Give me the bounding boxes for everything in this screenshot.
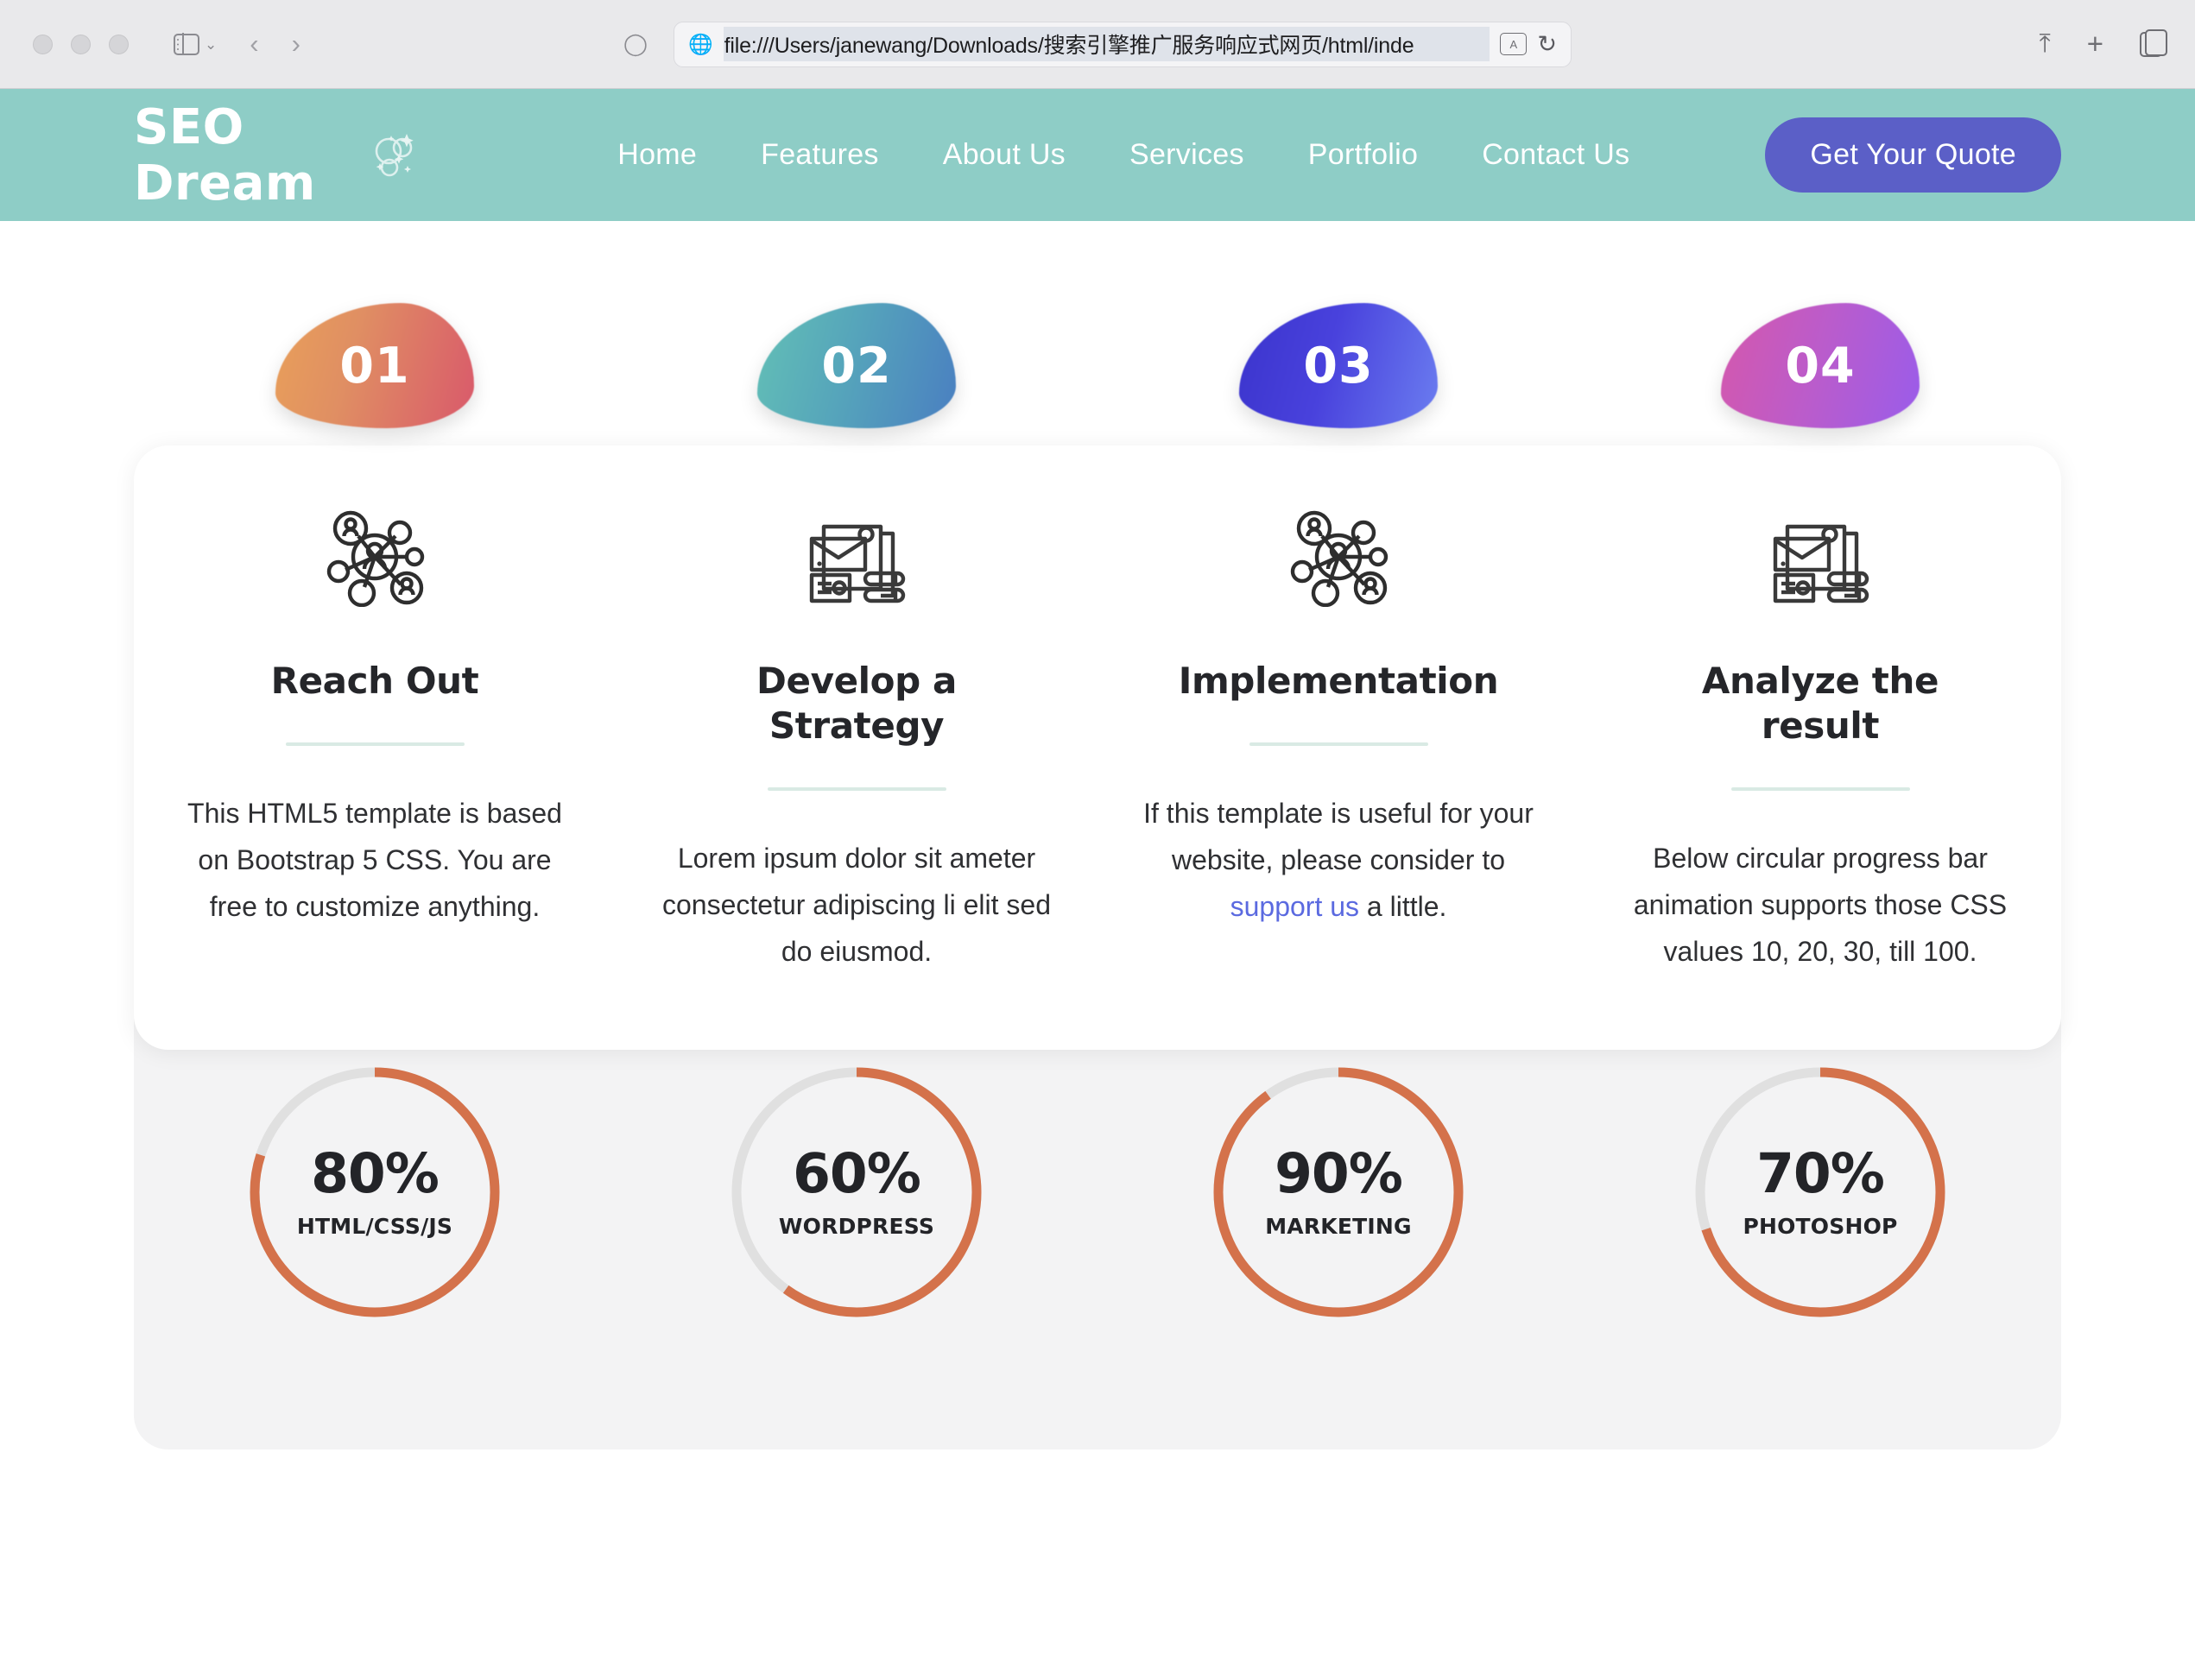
- share-icon[interactable]: ⤒: [2039, 29, 2050, 59]
- bubbles-sparkle-icon: [368, 129, 421, 182]
- step-number-02: 02: [821, 337, 892, 395]
- progress-value-html: 80%: [311, 1141, 440, 1205]
- get-quote-button[interactable]: Get Your Quote: [1765, 117, 2061, 193]
- translate-icon[interactable]: A: [1500, 33, 1528, 55]
- sidebar-toggle-group[interactable]: ⌄: [174, 33, 217, 55]
- step-item-01: 01 Reach Out This HTML5 template is base…: [134, 303, 616, 975]
- toolbar-right-actions: ⤒ +: [2039, 28, 2167, 60]
- step-title-04: Analyze the result: [1701, 660, 1939, 748]
- shield-icon[interactable]: ◯: [623, 31, 648, 57]
- step-number-03: 03: [1303, 337, 1374, 395]
- url-text[interactable]: file:///Users/janewang/Downloads/搜索引擎推广服…: [723, 27, 1490, 61]
- step-number-04: 04: [1785, 337, 1856, 395]
- progress-center-marketing: 90% MARKETING: [1209, 1063, 1468, 1322]
- step-text-02: Lorem ipsum dolor sit ameter consectetur…: [661, 843, 1051, 967]
- progress-ring-photoshop: 70% PHOTOSHOP: [1691, 1063, 1950, 1322]
- nav-link-services[interactable]: Services: [1098, 138, 1276, 172]
- progress-center-photoshop: 70% PHOTOSHOP: [1691, 1063, 1950, 1322]
- progress-item-marketing: 90% MARKETING: [1098, 1063, 1579, 1322]
- step-divider-04: [1730, 787, 1910, 792]
- step-title-03: Implementation: [1178, 660, 1499, 702]
- back-button[interactable]: ‹: [250, 28, 258, 60]
- step-title-01: Reach Out: [270, 660, 479, 702]
- step-description-02: Lorem ipsum dolor sit ameter consectetur…: [654, 836, 1060, 975]
- steps-grid: 01 Reach Out This HTML5 template is base…: [134, 303, 2061, 975]
- forward-button[interactable]: ›: [292, 28, 300, 60]
- step-description-04: Below circular progress bar animation su…: [1617, 836, 2023, 975]
- step-description-01: This HTML5 template is based on Bootstra…: [172, 791, 578, 930]
- step-item-04: 04 Analyze the result Below circular pro…: [1579, 303, 2061, 975]
- step-description-03: If this template is useful for your webs…: [1135, 791, 1541, 930]
- minimize-window-button[interactable]: [71, 34, 91, 54]
- browser-chrome: ⌄ ‹ › ◯ 🌐 file:///Users/janewang/Downloa…: [0, 0, 2195, 89]
- step-item-02: 02 Develop a Strategy Lorem ipsum dolor …: [616, 303, 1098, 975]
- address-bar[interactable]: 🌐 file:///Users/janewang/Downloads/搜索引擎推…: [673, 21, 1572, 67]
- progress-item-html: 80% HTML/CSS/JS: [134, 1063, 616, 1322]
- close-window-button[interactable]: [33, 34, 53, 54]
- step-badge-02: 02: [757, 303, 956, 428]
- nav-link-home[interactable]: Home: [585, 138, 729, 172]
- step-badge-04: 04: [1721, 303, 1920, 428]
- chevron-down-icon[interactable]: ⌄: [205, 37, 217, 52]
- sidebar-icon[interactable]: [174, 33, 199, 55]
- skills-progress-grid: 80% HTML/CSS/JS 60% WORDPRESS 90% MARKET…: [134, 1063, 2061, 1322]
- step-divider-03: [1249, 742, 1428, 747]
- step-text-03-after: a little.: [1359, 890, 1447, 922]
- maximize-window-button[interactable]: [109, 34, 129, 54]
- progress-value-photoshop: 70%: [1756, 1141, 1885, 1205]
- brand-name: SEO Dream: [134, 98, 316, 212]
- nav-link-portfolio[interactable]: Portfolio: [1276, 138, 1450, 172]
- step-title-02: Develop a Strategy: [756, 660, 957, 748]
- step-badge-03: 03: [1239, 303, 1438, 428]
- address-bar-region: ◯ 🌐 file:///Users/janewang/Downloads/搜索引…: [623, 21, 1572, 67]
- navigation-arrows[interactable]: ‹ ›: [250, 28, 300, 60]
- step-text-01: This HTML5 template is based on Bootstra…: [187, 798, 562, 922]
- window-traffic-lights[interactable]: [33, 34, 129, 54]
- tab-overview-icon[interactable]: [2140, 28, 2167, 57]
- progress-item-wordpress: 60% WORDPRESS: [616, 1063, 1098, 1322]
- globe-icon: 🌐: [687, 32, 713, 55]
- step-item-03: 03 Implementation If this template is us…: [1098, 303, 1579, 975]
- progress-center-wordpress: 60% WORDPRESS: [727, 1063, 986, 1322]
- site-navbar: SEO Dream Home Features About Us Service…: [0, 89, 2195, 221]
- step-divider-01: [285, 742, 465, 747]
- steps-section: 01 Reach Out This HTML5 template is base…: [134, 303, 2061, 1598]
- progress-item-photoshop: 70% PHOTOSHOP: [1579, 1063, 2061, 1322]
- nav-link-about-us[interactable]: About Us: [911, 138, 1098, 172]
- progress-center-html: 80% HTML/CSS/JS: [245, 1063, 504, 1322]
- primary-navigation: Home Features About Us Services Portfoli…: [585, 138, 1661, 172]
- step-divider-02: [767, 787, 946, 792]
- progress-label-photoshop: PHOTOSHOP: [1743, 1213, 1898, 1239]
- progress-value-marketing: 90%: [1275, 1141, 1403, 1205]
- nav-link-features[interactable]: Features: [729, 138, 911, 172]
- progress-label-wordpress: WORDPRESS: [778, 1213, 935, 1239]
- new-tab-icon[interactable]: +: [2087, 28, 2103, 60]
- nav-link-contact-us[interactable]: Contact Us: [1450, 138, 1661, 172]
- reload-icon[interactable]: ↻: [1537, 31, 1557, 58]
- network-people-icon: [319, 508, 430, 608]
- support-us-link[interactable]: support us: [1230, 891, 1359, 922]
- progress-label-html: HTML/CSS/JS: [296, 1213, 453, 1239]
- stationery-branding-icon: [1765, 508, 1876, 607]
- progress-value-wordpress: 60%: [793, 1141, 921, 1205]
- progress-ring-html: 80% HTML/CSS/JS: [245, 1063, 504, 1322]
- step-text-03-before: If this template is useful for your webs…: [1143, 798, 1534, 875]
- progress-ring-marketing: 90% MARKETING: [1209, 1063, 1468, 1322]
- progress-ring-wordpress: 60% WORDPRESS: [727, 1063, 986, 1322]
- step-text-04: Below circular progress bar animation su…: [1633, 843, 2008, 967]
- progress-label-marketing: MARKETING: [1265, 1213, 1412, 1239]
- stationery-branding-icon: [801, 508, 912, 607]
- page-content: SEO Dream Home Features About Us Service…: [0, 89, 2195, 1680]
- network-people-icon: [1283, 508, 1394, 608]
- step-badge-01: 01: [275, 303, 474, 428]
- step-number-01: 01: [339, 337, 410, 395]
- brand-logo[interactable]: SEO Dream: [134, 99, 421, 212]
